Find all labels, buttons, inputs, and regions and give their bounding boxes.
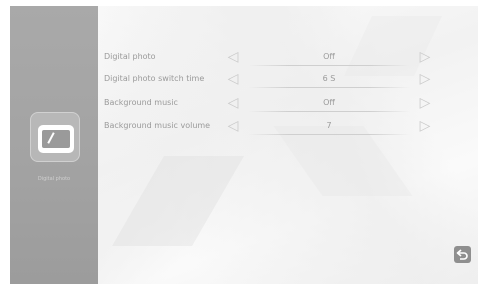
sidebar: Digital photo [10,6,98,284]
arrow-left-icon[interactable]: ◁ [224,71,242,87]
arrow-right-icon[interactable]: ▷ [416,71,434,87]
setting-row-digital-photo: Digital photo ◁ Off ▷ [104,48,464,70]
sidebar-item-label: Digital photo [37,176,71,182]
arrow-left-icon[interactable]: ◁ [224,49,242,65]
divider [248,111,410,112]
photo-frame-icon [38,125,74,153]
sidebar-item-digital-photo[interactable] [30,112,80,162]
arrow-right-icon[interactable]: ▷ [416,49,434,65]
arrow-right-icon[interactable]: ▷ [416,95,434,111]
setting-label: Digital photo switch time [104,74,205,83]
arrow-left-icon[interactable]: ◁ [224,95,242,111]
divider [248,65,410,66]
setting-label: Background music [104,98,178,107]
setting-row-music-volume: Background music volume ◁ 7 ▷ [104,117,464,139]
arrow-left-icon[interactable]: ◁ [224,118,242,134]
screen: Digital photo Digital photo ◁ Off ▷ Digi… [10,6,478,284]
setting-value: Off [323,52,335,61]
settings-panel: Digital photo ◁ Off ▷ Digital photo swit… [98,6,478,284]
setting-row-background-music: Background music ◁ Off ▷ [104,94,464,116]
arrow-right-icon[interactable]: ▷ [416,118,434,134]
divider [248,134,410,135]
setting-value: Off [323,98,335,107]
setting-label: Background music volume [104,121,211,130]
back-button[interactable] [454,246,471,263]
setting-value: 7 [326,121,332,130]
divider [248,87,410,88]
setting-value: 6 S [322,74,336,83]
background-facet [112,156,244,246]
setting-row-photo-switch-time: Digital photo switch time ◁ 6 S ▷ [104,70,464,92]
back-icon [456,249,468,260]
setting-label: Digital photo [104,52,156,61]
